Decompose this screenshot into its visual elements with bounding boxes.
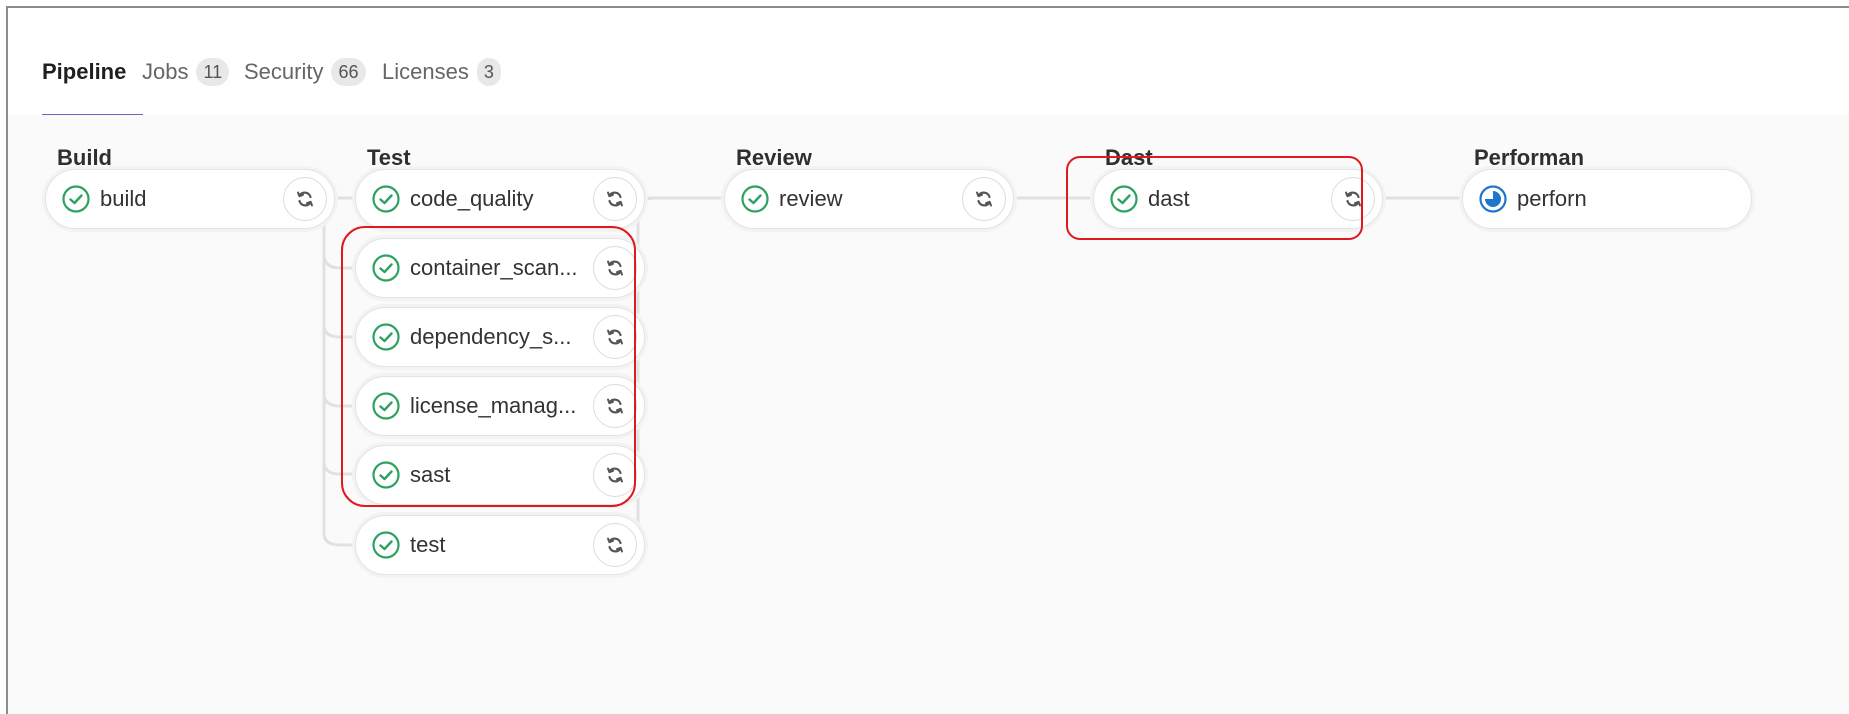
job-dast[interactable]: dast — [1093, 169, 1383, 229]
job-license-management[interactable]: license_manag... — [355, 376, 645, 436]
retry-button[interactable] — [1331, 177, 1375, 221]
pipeline-tabs: Pipeline Jobs 11 Security 66 Licenses 3 — [27, 28, 1849, 117]
retry-button[interactable] — [593, 315, 637, 359]
job-review[interactable]: review — [724, 169, 1014, 229]
check-circle-icon — [62, 185, 90, 213]
retry-button[interactable] — [593, 453, 637, 497]
tab-security-label: Security — [244, 59, 324, 84]
check-circle-icon — [372, 323, 400, 351]
retry-icon — [607, 467, 623, 483]
retry-button[interactable] — [593, 246, 637, 290]
retry-button[interactable] — [593, 384, 637, 428]
job-name: test — [410, 532, 446, 557]
job-container-scanning[interactable]: container_scan... — [355, 238, 645, 298]
tab-pipeline[interactable]: Pipeline — [42, 28, 143, 117]
job-performance[interactable]: perforn — [1462, 169, 1752, 229]
running-icon — [1479, 185, 1507, 213]
stage-title-review: Review — [736, 145, 812, 170]
check-circle-icon — [372, 531, 400, 559]
tab-jobs-label: Jobs — [142, 59, 189, 84]
retry-icon — [297, 191, 313, 207]
job-name: perforn — [1517, 186, 1587, 211]
retry-button[interactable] — [593, 177, 637, 221]
retry-icon — [607, 329, 623, 345]
tab-pipeline-label: Pipeline — [42, 59, 127, 84]
job-test[interactable]: test — [355, 515, 645, 575]
job-name: dependency_s... — [410, 324, 572, 349]
check-circle-icon — [741, 185, 769, 213]
retry-button[interactable] — [283, 177, 327, 221]
stage-title-test: Test — [367, 145, 411, 170]
job-name: build — [100, 186, 147, 211]
job-name: review — [779, 186, 843, 211]
job-build[interactable]: build — [45, 169, 335, 229]
retry-icon — [607, 398, 623, 414]
tab-jobs[interactable]: Jobs 11 — [142, 28, 230, 116]
job-name: license_manag... — [410, 393, 577, 418]
stage-title-performance: Performan — [1474, 145, 1585, 170]
retry-button[interactable] — [962, 177, 1006, 221]
tab-security[interactable]: Security 66 — [244, 28, 366, 116]
job-code-quality[interactable]: code_quality — [355, 169, 645, 229]
tab-jobs-count: 11 — [196, 58, 230, 86]
job-name: dast — [1148, 186, 1190, 211]
pipeline-window: Pipeline Jobs 11 Security 66 Licenses 3 — [6, 6, 1849, 714]
job-sast[interactable]: sast — [355, 445, 645, 505]
check-circle-icon — [372, 185, 400, 213]
check-circle-icon — [372, 392, 400, 420]
pipeline-graph: Build Test Review Dast Performan build c… — [8, 115, 1849, 714]
job-name: container_scan... — [410, 255, 578, 280]
stage-title-build: Build — [57, 145, 112, 170]
tab-licenses-count: 3 — [476, 58, 501, 86]
stage-title-dast: Dast — [1105, 145, 1153, 170]
tab-security-count: 66 — [331, 58, 366, 86]
tab-licenses[interactable]: Licenses 3 — [382, 28, 501, 116]
check-circle-icon — [372, 461, 400, 489]
job-name: sast — [410, 462, 451, 487]
retry-icon — [1345, 191, 1361, 207]
retry-icon — [607, 260, 623, 276]
job-dependency-scanning[interactable]: dependency_s... — [355, 307, 645, 367]
retry-icon — [607, 537, 623, 553]
job-name: code_quality — [410, 186, 534, 211]
check-circle-icon — [372, 254, 400, 282]
retry-button[interactable] — [593, 523, 637, 567]
retry-icon — [607, 191, 623, 207]
retry-icon — [976, 191, 992, 207]
tab-licenses-label: Licenses — [382, 59, 469, 84]
check-circle-icon — [1110, 185, 1138, 213]
